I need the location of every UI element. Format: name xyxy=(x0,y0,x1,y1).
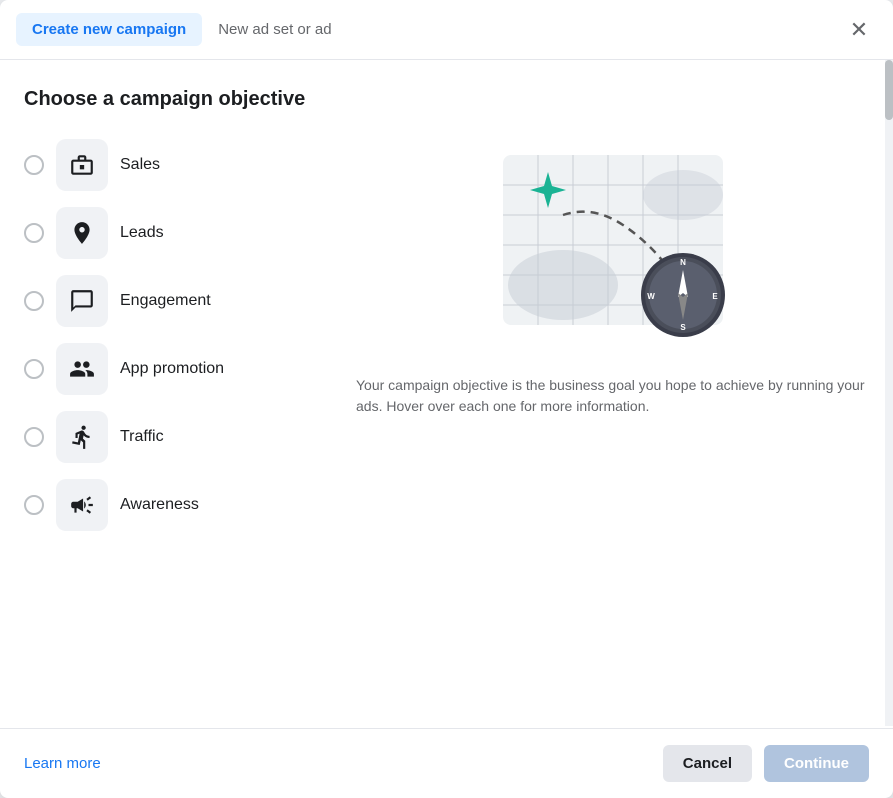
sales-icon xyxy=(69,152,95,178)
traffic-icon-box xyxy=(56,411,108,463)
app-promotion-label: App promotion xyxy=(120,360,224,378)
dialog-body: Choose a campaign objective Sales xyxy=(0,60,893,728)
footer-buttons: Cancel Continue xyxy=(663,745,869,782)
svg-text:E: E xyxy=(712,292,718,301)
objective-item-leads[interactable]: Leads xyxy=(24,203,324,263)
dialog-container: Create new campaign New ad set or ad ✕ C… xyxy=(0,0,893,798)
dialog-header: Create new campaign New ad set or ad ✕ xyxy=(0,0,893,60)
svg-text:S: S xyxy=(680,323,686,332)
scroll-thumb[interactable] xyxy=(885,60,893,120)
objectives-list: Sales Leads xyxy=(24,135,324,535)
radio-engagement[interactable] xyxy=(24,291,44,311)
radio-app-promotion[interactable] xyxy=(24,359,44,379)
close-button[interactable]: ✕ xyxy=(841,12,877,48)
radio-traffic[interactable] xyxy=(24,427,44,447)
dialog-footer: Learn more Cancel Continue xyxy=(0,728,893,798)
app-promotion-icon-box xyxy=(56,343,108,395)
awareness-icon xyxy=(69,492,95,518)
objective-item-sales[interactable]: Sales xyxy=(24,135,324,195)
radio-sales[interactable] xyxy=(24,155,44,175)
engagement-icon xyxy=(69,288,95,314)
svg-text:W: W xyxy=(647,292,655,301)
awareness-icon-box xyxy=(56,479,108,531)
awareness-label: Awareness xyxy=(120,496,199,514)
radio-leads[interactable] xyxy=(24,223,44,243)
radio-awareness[interactable] xyxy=(24,495,44,515)
leads-icon xyxy=(69,220,95,246)
engagement-label: Engagement xyxy=(120,292,211,310)
objective-item-awareness[interactable]: Awareness xyxy=(24,475,324,535)
objective-item-engagement[interactable]: Engagement xyxy=(24,271,324,331)
svg-text:N: N xyxy=(680,258,686,267)
objective-description: Your campaign objective is the business … xyxy=(356,375,869,417)
learn-more-link[interactable]: Learn more xyxy=(24,755,101,772)
continue-button[interactable]: Continue xyxy=(764,745,869,782)
dialog-scroll-area[interactable]: Choose a campaign objective Sales xyxy=(0,60,893,728)
tab-new-ad-set[interactable]: New ad set or ad xyxy=(202,13,347,46)
content-area: Sales Leads xyxy=(24,135,869,535)
app-promotion-icon xyxy=(69,356,95,382)
leads-label: Leads xyxy=(120,224,164,242)
cancel-button[interactable]: Cancel xyxy=(663,745,752,782)
campaign-illustration: N S W E xyxy=(473,135,753,355)
objective-item-traffic[interactable]: Traffic xyxy=(24,407,324,467)
tab-create-campaign[interactable]: Create new campaign xyxy=(16,13,202,46)
right-panel: N S W E Your campaign objective is the b… xyxy=(356,135,869,535)
leads-icon-box xyxy=(56,207,108,259)
scroll-track xyxy=(885,60,893,726)
traffic-icon xyxy=(69,424,95,450)
sales-icon-box xyxy=(56,139,108,191)
traffic-label: Traffic xyxy=(120,428,164,446)
page-title: Choose a campaign objective xyxy=(24,88,869,111)
close-icon: ✕ xyxy=(850,17,868,43)
engagement-icon-box xyxy=(56,275,108,327)
objective-item-app-promotion[interactable]: App promotion xyxy=(24,339,324,399)
sales-label: Sales xyxy=(120,156,160,174)
